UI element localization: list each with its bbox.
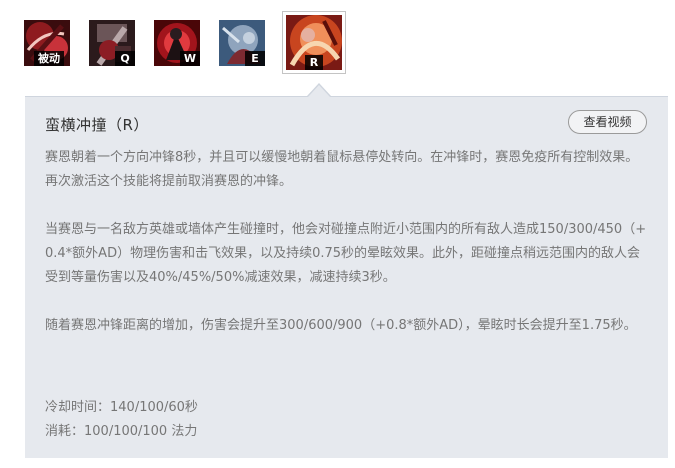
- skill-stats: 冷却时间：140/100/60秒 消耗：100/100/100 法力: [45, 396, 198, 444]
- skill-key-label: E: [245, 51, 265, 66]
- description-paragraph: 随着赛恩冲锋距离的增加，伤害会提升至300/600/900（+0.8*额外AD）…: [45, 318, 637, 333]
- skill-tab-passive[interactable]: 被动: [24, 20, 70, 66]
- cooldown-text: 冷却时间：140/100/60秒: [45, 400, 198, 415]
- description-paragraph: 当赛恩与一名敌方英雄或墙体产生碰撞时，他会对碰撞点附近小范围内的所有敌人造成15…: [45, 222, 647, 285]
- skill-tab-q[interactable]: Q: [89, 20, 135, 66]
- cost-text: 消耗：100/100/100 法力: [45, 424, 198, 439]
- skill-key-label: Q: [115, 51, 135, 66]
- skill-title: 蛮横冲撞（R）: [45, 116, 149, 134]
- skill-key-label: 被动: [34, 51, 64, 66]
- skill-tab-e[interactable]: E: [219, 20, 265, 66]
- description-paragraph: 赛恩朝着一个方向冲锋8秒，并且可以缓慢地朝着鼠标悬停处转向。在冲锋时，赛恩免疫所…: [45, 150, 639, 189]
- skill-tab-w[interactable]: W: [154, 20, 200, 66]
- skill-tab-r[interactable]: R: [282, 11, 346, 74]
- skill-key-label: R: [305, 55, 323, 70]
- skill-detail-panel: 蛮横冲撞（R） 查看视频 赛恩朝着一个方向冲锋8秒，并且可以缓慢地朝着鼠标悬停处…: [25, 96, 668, 458]
- skill-key-label: W: [180, 51, 200, 66]
- view-video-button[interactable]: 查看视频: [568, 110, 647, 134]
- panel-pointer-fill: [308, 85, 330, 97]
- skill-tab-r-inner: R: [286, 15, 342, 70]
- skill-description: 赛恩朝着一个方向冲锋8秒，并且可以缓慢地朝着鼠标悬停处转向。在冲锋时，赛恩免疫所…: [45, 146, 650, 338]
- skill-viewer: 被动 Q W E R 蛮横冲撞（R） 查看视频 赛恩朝着一个方向冲锋8秒，并且可…: [0, 0, 675, 468]
